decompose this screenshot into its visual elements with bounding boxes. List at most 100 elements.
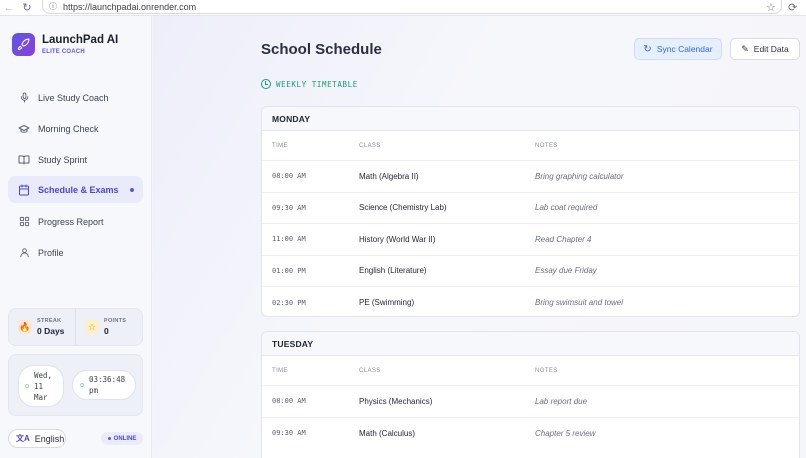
flame-icon: 🔥 — [18, 320, 32, 334]
table-row[interactable]: 11:00 AM History (World War II) Read Cha… — [262, 224, 799, 256]
sidebar-item-schedule-exams[interactable]: Schedule & Exams — [8, 176, 143, 203]
section-label: WEEKLY TIMETABLE — [261, 79, 358, 89]
site-info-icon[interactable]: ⓘ — [49, 1, 59, 12]
back-arrow-icon[interactable]: ← — [0, 0, 18, 16]
main-content: School Schedule ↻ Sync Calendar ✎ Edit D… — [153, 16, 806, 458]
sync-icon: ↻ — [643, 43, 652, 55]
row-class: Science (Chemistry Lab) — [359, 203, 447, 213]
row-notes: Lab coat required — [535, 203, 598, 213]
active-indicator-dot — [130, 188, 134, 192]
table-row[interactable]: 09:30 AM Math (Calculus) Chapter 5 revie… — [262, 418, 799, 450]
sidebar-item-study-sprint[interactable]: Study Sprint — [8, 146, 143, 173]
page-title: School Schedule — [261, 41, 382, 58]
bookmark-star-icon[interactable]: ☆ — [766, 1, 776, 14]
edit-data-label: Edit Data — [753, 44, 789, 54]
table-row[interactable]: 02:30 PM PE (Swimming) Bring swimsuit an… — [262, 287, 799, 316]
app-name: LaunchPad AI — [42, 34, 119, 46]
section-label-text: WEEKLY TIMETABLE — [276, 79, 358, 89]
rocket-icon — [12, 33, 35, 56]
row-class: Math (Calculus) — [359, 428, 416, 438]
sync-calendar-button[interactable]: ↻ Sync Calendar — [634, 38, 722, 60]
time-pill: 03:36:48 pm — [72, 370, 136, 400]
row-notes: Chapter 5 review — [535, 428, 596, 438]
row-time: 09:30 AM — [272, 429, 306, 438]
row-time: 01:00 PM — [272, 266, 306, 275]
table-row[interactable]: 08:00 AM Math (Algebra II) Bring graphin… — [262, 161, 799, 193]
book-open-icon — [18, 154, 30, 166]
reload-icon[interactable]: ↻ — [18, 0, 36, 16]
graduation-cap-icon — [18, 123, 30, 135]
brand[interactable]: LaunchPad AI ELITE COACH — [12, 33, 118, 56]
language-selector[interactable]: 文A English — [8, 429, 66, 448]
day-card-monday: MONDAY TIME CLASS NOTES 08:00 AM Math (A… — [261, 106, 800, 317]
row-class: Math (Algebra II) — [359, 171, 419, 181]
column-header-notes: NOTES — [535, 367, 558, 374]
edit-data-button[interactable]: ✎ Edit Data — [730, 38, 800, 60]
row-class: PE (Swimming) — [359, 298, 415, 308]
points-value: 0 — [104, 326, 109, 336]
sidebar-item-morning-check[interactable]: Morning Check — [8, 115, 143, 142]
extension-icon[interactable]: ⟳ — [788, 1, 797, 14]
day-heading: MONDAY — [262, 107, 799, 131]
streak-stat: 🔥 STREAK 0 Days — [9, 309, 75, 345]
points-stat: ☆ POINTS 0 — [75, 309, 142, 345]
streak-label: STREAK — [37, 318, 62, 324]
sidebar-item-label: Study Sprint — [38, 154, 88, 165]
row-notes: Bring graphing calculator — [535, 171, 624, 181]
row-time: 11:00 AM — [272, 235, 306, 244]
clock-dot-icon — [80, 383, 84, 387]
date-dot-icon — [25, 384, 29, 388]
date-pill: Wed, 11 Mar — [18, 365, 64, 407]
table-row[interactable]: 01:00 PM English (Literature) Essay due … — [262, 256, 799, 287]
table-row[interactable]: 09:30 AM Science (Chemistry Lab) Lab coa… — [262, 193, 799, 224]
stats-panel: 🔥 STREAK 0 Days ☆ POINTS 0 — [8, 308, 143, 346]
address-bar[interactable]: ⓘ https://launchpadai.onrender.com — [42, 0, 782, 14]
sidebar: LaunchPad AI ELITE COACH Live Study Coac… — [0, 16, 152, 458]
user-icon — [18, 247, 30, 259]
status-badge: ONLINE — [101, 432, 143, 445]
row-notes: Essay due Friday — [535, 266, 597, 276]
column-header-class: CLASS — [359, 367, 381, 374]
star-icon: ☆ — [85, 320, 99, 334]
date-text: Wed, 11 Mar — [34, 370, 53, 402]
sidebar-item-progress-report[interactable]: Progress Report — [8, 208, 143, 235]
sidebar-item-label: Morning Check — [38, 123, 99, 134]
table-header-row: TIME CLASS NOTES — [262, 356, 799, 386]
streak-value: 0 Days — [37, 326, 65, 336]
app-subtitle: ELITE COACH — [42, 49, 85, 55]
column-header-time: TIME — [272, 367, 288, 374]
row-notes: Lab report due — [535, 396, 588, 406]
day-card-tuesday: TUESDAY TIME CLASS NOTES 08:00 AM Physic… — [261, 331, 800, 458]
row-time: 02:30 PM — [272, 298, 306, 307]
url-text: https://launchpadai.onrender.com — [63, 1, 197, 12]
time-text: 03:36:48 pm — [89, 375, 126, 395]
microphone-icon — [18, 92, 30, 104]
sidebar-item-label: Progress Report — [38, 216, 104, 227]
row-time: 08:00 AM — [272, 172, 306, 181]
column-header-time: TIME — [272, 142, 288, 149]
row-time: 08:00 AM — [272, 397, 306, 406]
translate-icon: 文A — [16, 434, 30, 443]
browser-toolbar: ← ↻ ⓘ https://launchpadai.onrender.com ☆… — [0, 0, 806, 16]
row-notes: Bring swimsuit and towel — [535, 298, 624, 308]
sidebar-item-live-study-coach[interactable]: Live Study Coach — [8, 84, 143, 111]
column-header-notes: NOTES — [535, 142, 558, 149]
status-dot-icon — [107, 437, 111, 440]
day-heading: TUESDAY — [262, 332, 799, 356]
column-header-class: CLASS — [359, 142, 381, 149]
row-class: Physics (Mechanics) — [359, 396, 433, 406]
pencil-icon: ✎ — [741, 43, 749, 54]
status-text: ONLINE — [113, 435, 137, 442]
table-row[interactable]: 08:00 AM Physics (Mechanics) Lab report … — [262, 386, 799, 418]
row-class: English (Literature) — [359, 266, 427, 276]
row-class: History (World War II) — [359, 234, 436, 244]
row-time: 09:30 AM — [272, 203, 306, 212]
points-label: POINTS — [104, 318, 127, 324]
sync-calendar-label: Sync Calendar — [656, 44, 713, 54]
date-time-panel: Wed, 11 Mar 03:36:48 pm — [8, 354, 143, 416]
sidebar-item-label: Live Study Coach — [38, 92, 109, 103]
sidebar-item-profile[interactable]: Profile — [8, 239, 143, 266]
sidebar-item-label: Profile — [38, 247, 64, 258]
language-label: English — [34, 433, 65, 444]
row-notes: Read Chapter 4 — [535, 234, 592, 244]
